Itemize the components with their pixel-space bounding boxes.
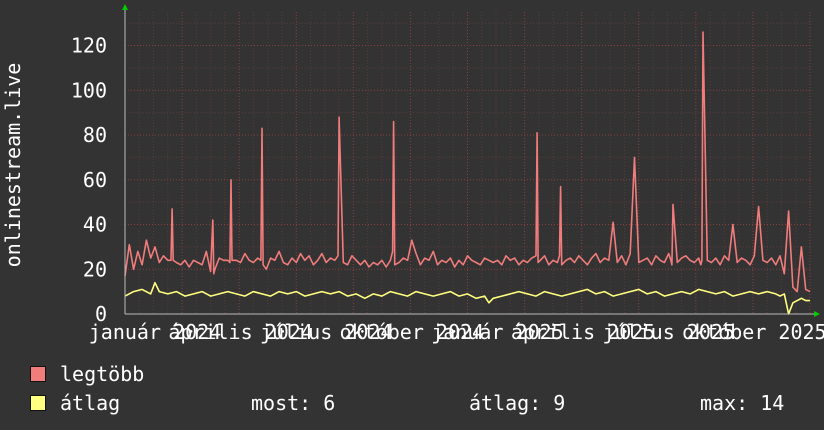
stat-now: most: 6 bbox=[251, 391, 335, 415]
grid bbox=[124, 12, 811, 315]
legend-swatch-max bbox=[30, 366, 46, 382]
stat-average: átlag: 9 bbox=[469, 391, 565, 415]
y-tick-label: 40 bbox=[83, 213, 107, 237]
stat-max: max: 14 bbox=[700, 391, 784, 415]
line-chart: 020406080100120 január 2024április 2024j… bbox=[1, 4, 824, 344]
stat-max-label: max: bbox=[700, 391, 749, 415]
legend-label-max: legtöbb bbox=[60, 362, 145, 386]
stat-now-value: 6 bbox=[323, 391, 336, 415]
y-tick-label: 20 bbox=[83, 257, 107, 281]
y-tick-label: 100 bbox=[71, 78, 107, 102]
stat-now-label: most: bbox=[251, 391, 312, 415]
y-tick-labels: 020406080100120 bbox=[71, 34, 107, 326]
legend-label-avg: átlag bbox=[60, 391, 121, 415]
y-tick-label: 80 bbox=[83, 123, 107, 147]
y-axis-label: onlinestream.live bbox=[1, 63, 25, 268]
legend-swatch-avg bbox=[30, 395, 46, 411]
legend-item-avg: átlag bbox=[30, 391, 120, 415]
series-layer bbox=[124, 31, 811, 315]
stat-max-value: 14 bbox=[760, 391, 785, 415]
graph-panel: 0 20 40 60 80 100 120 január 2024 április 2024 j… bbox=[0, 0, 824, 430]
y-tick-label: 120 bbox=[71, 34, 107, 58]
y-tick-label: 60 bbox=[83, 168, 107, 192]
legend-item-max: legtöbb bbox=[30, 362, 144, 386]
x-tick-label: október 2025 bbox=[682, 320, 824, 344]
y-axis-arrow bbox=[122, 4, 128, 10]
stat-average-value: 9 bbox=[553, 391, 566, 415]
stat-average-label: átlag: bbox=[469, 391, 542, 415]
axes bbox=[122, 4, 820, 317]
x-tick-labels: január 2024április 2024július 2024októbe… bbox=[89, 320, 824, 344]
x-axis-arrow bbox=[814, 311, 820, 317]
